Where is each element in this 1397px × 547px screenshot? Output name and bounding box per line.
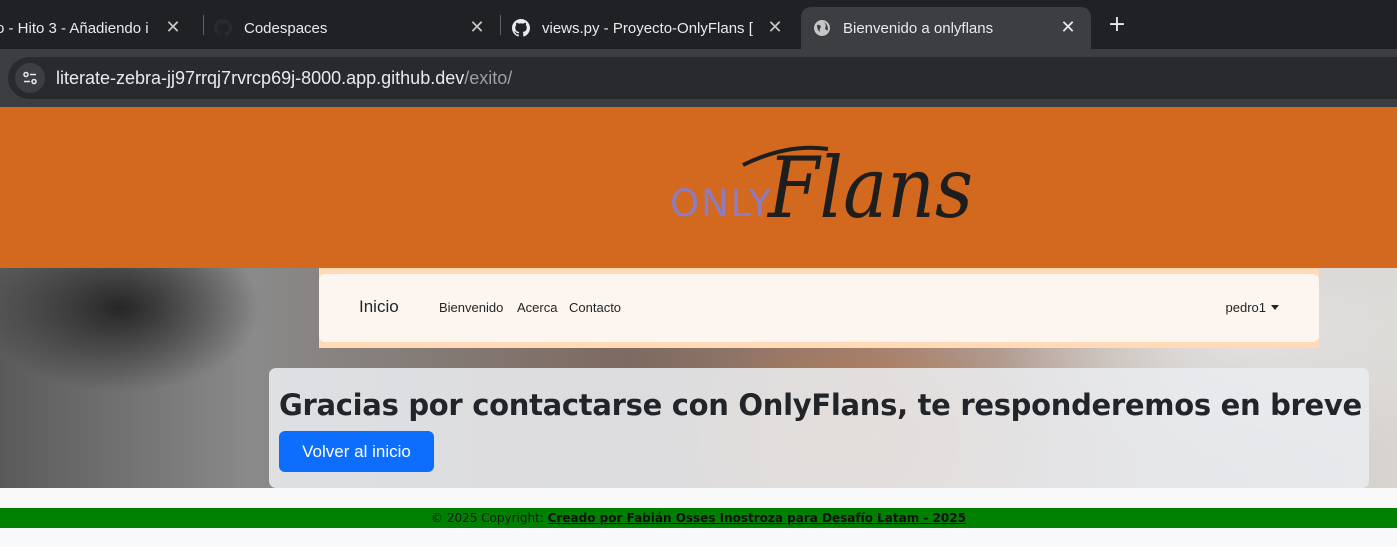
logo-flans-text: Flans xyxy=(766,139,973,237)
site-footer: © 2025 Copyright: Creado por Fabián Osse… xyxy=(0,508,1397,528)
browser-tab-active[interactable]: Bienvenido a onlyflans ✕ xyxy=(801,7,1091,49)
browser-tab-hito[interactable]: o - Hito 3 - Añadiendo i ✕ xyxy=(0,7,196,49)
caret-down-icon xyxy=(1271,305,1279,310)
logo-only-text: ONLY xyxy=(670,182,773,225)
nav-link-contacto[interactable]: Contacto xyxy=(569,300,621,315)
browser-tab-views[interactable]: views.py - Proyecto-OnlyFlans [ ✕ xyxy=(512,7,798,49)
browser-tab-strip: o - Hito 3 - Añadiendo i ✕ Codespaces ✕ … xyxy=(0,0,1397,49)
navbar-container: Inicio Bienvenido Acerca Contacto pedro1 xyxy=(319,268,1319,348)
browser-tab-codespaces[interactable]: Codespaces ✕ xyxy=(214,7,500,49)
url-path: /exito/ xyxy=(464,67,513,88)
confirmation-card: Gracias por contactarse con OnlyFlans, t… xyxy=(269,368,1369,488)
back-home-button[interactable]: Volver al inicio xyxy=(279,431,434,472)
hero-background: Inicio Bienvenido Acerca Contacto pedro1… xyxy=(0,268,1397,488)
github-icon xyxy=(214,19,232,37)
close-tab-icon[interactable]: ✕ xyxy=(1057,16,1079,38)
github-icon xyxy=(512,19,530,37)
tab-separator xyxy=(500,15,501,35)
username: pedro1 xyxy=(1225,300,1266,315)
close-tab-icon[interactable]: ✕ xyxy=(466,16,488,38)
footer-author-link[interactable]: Creado por Fabián Osses Inostroza para D… xyxy=(548,511,966,525)
tab-title: Codespaces xyxy=(244,19,328,37)
close-tab-icon[interactable]: ✕ xyxy=(162,16,184,38)
tab-separator xyxy=(203,15,204,35)
main-navbar: Inicio Bienvenido Acerca Contacto pedro1 xyxy=(319,274,1319,342)
tab-title: views.py - Proyecto-OnlyFlans [ xyxy=(542,19,753,37)
tab-title: o - Hito 3 - Añadiendo i xyxy=(0,19,149,37)
web-page: ONLY Flans Inicio Bienvenido Acerca Cont… xyxy=(0,107,1397,547)
confirmation-heading: Gracias por contactarse con OnlyFlans, t… xyxy=(279,388,1362,422)
close-tab-icon[interactable]: ✕ xyxy=(764,16,786,38)
url-host: literate-zebra-jj97rrqj7rvrcp69j-8000.ap… xyxy=(56,67,465,88)
site-header: ONLY Flans xyxy=(0,107,1397,268)
nav-link-bienvenido[interactable]: Bienvenido xyxy=(439,300,503,315)
url-text[interactable]: literate-zebra-jj97rrqj7rvrcp69j-8000.ap… xyxy=(56,68,512,89)
site-info-icon[interactable] xyxy=(15,63,45,93)
user-dropdown[interactable]: pedro1 xyxy=(1226,300,1279,315)
address-bar[interactable]: literate-zebra-jj97rrqj7rvrcp69j-8000.ap… xyxy=(8,57,1397,99)
browser-toolbar: literate-zebra-jj97rrqj7rvrcp69j-8000.ap… xyxy=(0,49,1397,107)
new-tab-button[interactable]: + xyxy=(1104,12,1130,38)
navbar-brand[interactable]: Inicio xyxy=(359,297,399,317)
globe-icon xyxy=(813,19,831,37)
copyright-text: © 2025 Copyright: xyxy=(431,511,548,525)
nav-link-acerca[interactable]: Acerca xyxy=(517,300,557,315)
onlyflans-logo[interactable]: ONLY Flans xyxy=(668,137,988,237)
tab-title: Bienvenido a onlyflans xyxy=(843,19,994,37)
